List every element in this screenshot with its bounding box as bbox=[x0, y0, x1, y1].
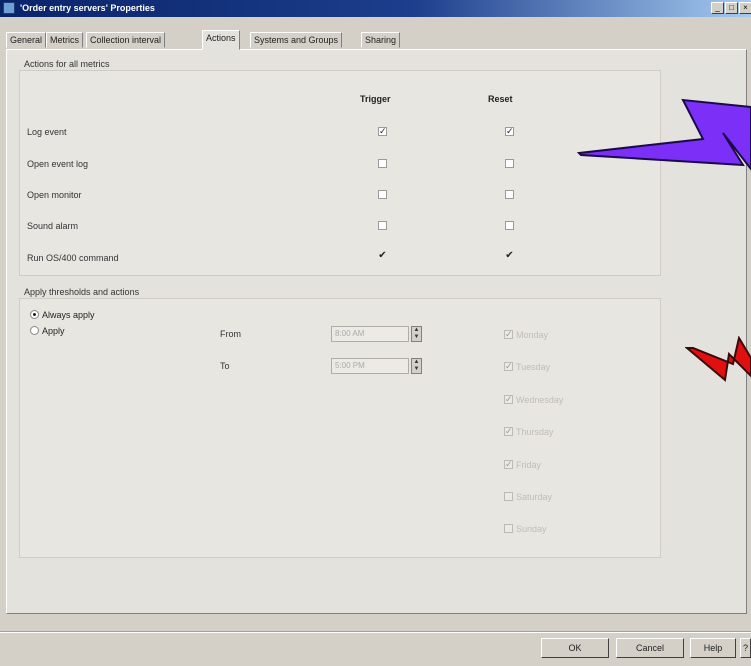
apply-radio[interactable] bbox=[30, 326, 39, 335]
window-icon[interactable] bbox=[3, 2, 15, 14]
apply-label: Apply bbox=[42, 326, 65, 336]
apply-group: Apply thresholds and actions Always appl… bbox=[19, 287, 661, 558]
open-event-log-trigger-checkbox[interactable] bbox=[378, 159, 387, 168]
row-label-open-monitor: Open monitor bbox=[27, 190, 82, 200]
tab-collection-interval[interactable]: Collection interval bbox=[86, 32, 166, 48]
to-time-spinner[interactable]: 5:00 PM ▲ ▼ bbox=[331, 358, 431, 374]
properties-window: 'Order entry servers' Properties _ □ × G… bbox=[0, 0, 751, 666]
tab-metrics[interactable]: Metrics bbox=[46, 32, 83, 48]
wednesday-label: Wednesday bbox=[516, 395, 564, 405]
window-title: 'Order entry servers' Properties bbox=[20, 3, 155, 13]
log-event-reset-checkbox[interactable]: ✓ bbox=[505, 127, 514, 136]
close-button[interactable]: × bbox=[739, 2, 751, 14]
from-label: From bbox=[220, 329, 241, 339]
row-label-log-event: Log event bbox=[27, 127, 67, 137]
always-apply-radio[interactable] bbox=[30, 310, 39, 319]
row-label-open-event-log: Open event log bbox=[27, 159, 89, 169]
saturday-label: Saturday bbox=[516, 492, 553, 502]
sunday-label: Sunday bbox=[516, 524, 547, 534]
cancel-button[interactable]: Cancel bbox=[616, 638, 684, 658]
saturday-checkbox[interactable] bbox=[504, 492, 513, 501]
row-label-run-os400-command: Run OS/400 command bbox=[27, 253, 119, 263]
tab-actions[interactable]: Actions bbox=[202, 30, 240, 50]
sunday-checkbox[interactable] bbox=[504, 524, 513, 533]
row-label-sound-alarm: Sound alarm bbox=[27, 221, 79, 231]
minimize-button[interactable]: _ bbox=[711, 2, 724, 14]
title-bar[interactable]: 'Order entry servers' Properties _ □ × bbox=[0, 0, 751, 17]
from-time-field[interactable]: 8:00 AM bbox=[331, 326, 409, 342]
sound-alarm-reset-checkbox[interactable] bbox=[505, 221, 514, 230]
wednesday-checkbox[interactable]: ✓ bbox=[504, 395, 513, 404]
actions-group: Actions for all metrics Trigger Reset Lo… bbox=[19, 59, 661, 276]
log-event-trigger-checkbox[interactable]: ✓ bbox=[378, 127, 387, 136]
monday-label: Monday bbox=[516, 330, 549, 340]
apply-group-title: Apply thresholds and actions bbox=[24, 287, 140, 297]
tuesday-checkbox[interactable]: ✓ bbox=[504, 362, 513, 371]
help-button[interactable]: Help bbox=[690, 638, 736, 658]
red-lightning-bolt-icon bbox=[685, 336, 751, 382]
sound-alarm-trigger-checkbox[interactable] bbox=[378, 221, 387, 230]
tab-systems-and-groups[interactable]: Systems and Groups bbox=[250, 32, 343, 48]
open-event-log-reset-checkbox[interactable] bbox=[505, 159, 514, 168]
whats-this-button[interactable]: ? bbox=[740, 638, 751, 658]
open-monitor-reset-checkbox[interactable] bbox=[505, 190, 514, 199]
ok-button[interactable]: OK bbox=[541, 638, 609, 658]
tab-general[interactable]: General bbox=[6, 32, 47, 48]
to-time-field[interactable]: 5:00 PM bbox=[331, 358, 409, 374]
from-time-spinner[interactable]: 8:00 AM ▲ ▼ bbox=[331, 326, 431, 342]
button-bar-separator bbox=[0, 631, 751, 633]
maximize-button[interactable]: □ bbox=[725, 2, 738, 14]
from-time-spin-buttons[interactable]: ▲ ▼ bbox=[411, 326, 422, 342]
always-apply-label: Always apply bbox=[42, 310, 95, 320]
to-label: To bbox=[220, 361, 230, 371]
to-time-spin-buttons[interactable]: ▲ ▼ bbox=[411, 358, 422, 374]
actions-group-title: Actions for all metrics bbox=[24, 59, 110, 69]
tuesday-label: Tuesday bbox=[516, 362, 551, 372]
run-command-trigger-checkbox[interactable]: ✔ bbox=[378, 251, 387, 261]
open-monitor-trigger-checkbox[interactable] bbox=[378, 190, 387, 199]
monday-checkbox[interactable]: ✓ bbox=[504, 330, 513, 339]
tab-sharing[interactable]: Sharing bbox=[361, 32, 401, 48]
thursday-label: Thursday bbox=[516, 427, 554, 437]
trigger-column-header: Trigger bbox=[360, 94, 391, 104]
friday-checkbox[interactable]: ✓ bbox=[504, 460, 513, 469]
thursday-checkbox[interactable]: ✓ bbox=[504, 427, 513, 436]
reset-column-header: Reset bbox=[488, 94, 513, 104]
run-command-reset-checkbox[interactable]: ✔ bbox=[505, 251, 514, 261]
purple-lightning-bolt-icon bbox=[576, 98, 751, 171]
friday-label: Friday bbox=[516, 460, 542, 470]
